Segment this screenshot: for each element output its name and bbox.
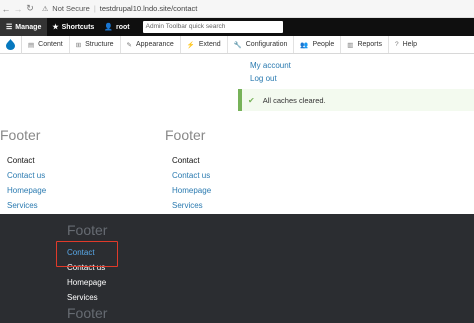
checkmark-icon: ✔ — [248, 95, 255, 105]
help-icon: ? — [394, 41, 399, 48]
tray-item-reports[interactable]: ▥ Reports — [341, 36, 389, 53]
star-icon: ★ — [52, 24, 59, 31]
manage-button[interactable]: ☰ Manage — [0, 18, 48, 36]
extend-icon: ⚡ — [186, 41, 195, 49]
tray-item-appearance[interactable]: ✎ Appearance — [121, 36, 181, 53]
highlight-box — [56, 241, 118, 267]
tray-item-label: Configuration — [245, 41, 288, 48]
configuration-icon: 🔧 — [233, 41, 242, 49]
content-icon: ▤ — [28, 41, 35, 49]
tray-item-label: Reports — [357, 41, 382, 48]
footer-block-1: Footer Contact Contact us Homepage Servi… — [0, 127, 46, 213]
user-icon: 👤 — [104, 24, 114, 31]
manage-label: Manage — [15, 23, 42, 31]
status-message-text: All caches cleared. — [262, 95, 326, 105]
warning-icon: ⚠ — [42, 5, 49, 13]
admin-toolbar: ☰ Manage ★ Shortcuts 👤 root Admin Toolba… — [0, 18, 474, 36]
tray-item-label: Extend — [198, 41, 221, 48]
footer-link-homepage[interactable]: Homepage — [172, 186, 211, 195]
tray-item-label: Help — [402, 41, 417, 48]
structure-icon: ⊞ — [75, 41, 82, 49]
drupal-logo-icon[interactable] — [0, 35, 22, 54]
footer-link-contact[interactable]: Contact — [7, 156, 35, 165]
dark-footer-title: Footer — [67, 222, 108, 238]
footer-link-contact-us[interactable]: Contact us — [7, 171, 45, 180]
url-text: testdrupal10.lndo.site/contact — [99, 4, 198, 13]
footer-link-homepage[interactable]: Homepage — [7, 186, 46, 195]
url-field[interactable]: ⚠ Not Secure | testdrupal10.lndo.site/co… — [42, 3, 197, 15]
tray-item-content[interactable]: ▤ Content — [22, 36, 70, 53]
footer-link-services[interactable]: Services — [7, 201, 38, 210]
tray-item-label: Appearance — [136, 41, 174, 48]
admin-tray: ▤ Content ⊞ Structure ✎ Appearance ⚡ Ext… — [0, 35, 474, 54]
tray-item-structure[interactable]: ⊞ Structure — [70, 36, 121, 53]
my-account-link[interactable]: My account — [250, 61, 291, 70]
footer-title: Footer — [0, 127, 41, 143]
reload-icon[interactable]: ↻ — [24, 3, 36, 14]
shortcuts-label: Shortcuts — [61, 23, 95, 31]
footer-link-contact-us[interactable]: Contact us — [172, 171, 210, 180]
reports-icon: ▥ — [347, 41, 354, 49]
account-menu: My account Log out — [250, 59, 291, 85]
log-out-link[interactable]: Log out — [250, 74, 277, 83]
user-label: root — [116, 23, 130, 31]
admin-search-input[interactable]: Admin Toolbar quick search — [142, 21, 283, 33]
url-separator: | — [93, 4, 96, 13]
dark-footer-link-services[interactable]: Services — [67, 293, 98, 302]
dark-footer-link-homepage[interactable]: Homepage — [67, 278, 106, 287]
tray-item-label: Structure — [85, 41, 114, 48]
footer-link-contact[interactable]: Contact — [172, 156, 200, 165]
hamburger-icon: ☰ — [6, 24, 13, 31]
tray-item-people[interactable]: 👥 People — [294, 36, 342, 53]
back-arrow-icon[interactable]: ← — [0, 4, 12, 14]
footer-block-2: Footer Contact Contact us Homepage Servi… — [165, 127, 211, 213]
footer-title: Footer — [165, 127, 206, 143]
browser-address-bar: ← → ↻ ⚠ Not Secure | testdrupal10.lndo.s… — [0, 0, 474, 18]
status-message: ✔ All caches cleared. — [238, 89, 474, 111]
dark-footer-title-2: Footer — [67, 305, 108, 321]
security-label: Not Secure — [52, 4, 90, 13]
tray-item-label: People — [312, 41, 335, 48]
footer-link-services[interactable]: Services — [172, 201, 203, 210]
people-icon: 👥 — [300, 41, 309, 49]
dark-footer: Footer Contact Contact us Homepage Servi… — [0, 214, 474, 323]
forward-arrow-icon[interactable]: → — [12, 4, 24, 14]
tray-item-extend[interactable]: ⚡ Extend — [181, 36, 228, 53]
shortcuts-button[interactable]: ★ Shortcuts — [47, 18, 99, 36]
page: ← → ↻ ⚠ Not Secure | testdrupal10.lndo.s… — [0, 0, 474, 323]
dark-footer-block: Footer Contact Contact us Homepage Servi… — [67, 222, 107, 323]
tray-item-configuration[interactable]: 🔧 Configuration — [228, 36, 295, 53]
tray-item-label: Content — [38, 41, 63, 48]
user-button[interactable]: 👤 root — [99, 18, 134, 36]
tray-item-help[interactable]: ? Help — [389, 36, 423, 53]
appearance-icon: ✎ — [126, 41, 132, 49]
